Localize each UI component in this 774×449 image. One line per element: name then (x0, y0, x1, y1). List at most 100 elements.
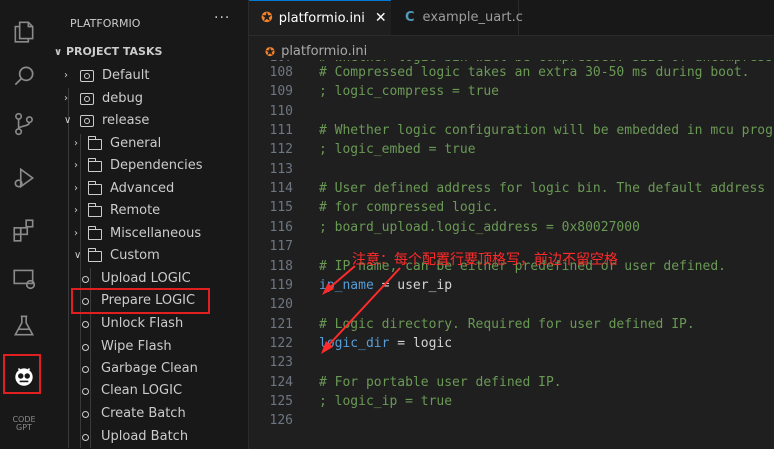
explorer-icon[interactable] (0, 12, 48, 52)
env-icon (80, 115, 94, 127)
chevron-right-icon: › (74, 160, 78, 171)
section-label: PROJECT TASKS (66, 45, 163, 58)
folder-remote[interactable]: › Remote (74, 201, 160, 221)
env-debug[interactable]: › debug (64, 89, 143, 109)
line-number: 113 (269, 161, 293, 177)
project-tasks-section[interactable]: ∨ PROJECT TASKS (54, 45, 162, 58)
config-value: = user_ip (373, 277, 453, 293)
code-line: ip_name = user_ip (319, 278, 452, 293)
task-upload-batch[interactable]: Upload Batch (82, 427, 188, 447)
editor-tabs: ✪ platformio.ini ✕ C example_uart.c (249, 0, 774, 36)
line-number: 122 (269, 335, 293, 351)
task-icon (82, 387, 89, 395)
task-create-batch[interactable]: Create Batch (82, 404, 186, 424)
folder-dependencies[interactable]: › Dependencies (74, 156, 203, 176)
folder-label: General (110, 136, 162, 151)
chevron-right-icon: › (74, 228, 78, 239)
env-icon (80, 70, 94, 82)
chevron-right-icon: › (74, 138, 78, 149)
close-icon[interactable]: ✕ (375, 10, 387, 26)
task-label: Upload LOGIC (101, 271, 191, 286)
task-wipe-flash[interactable]: Wipe Flash (82, 337, 172, 357)
folder-icon (87, 157, 102, 172)
task-label: Clean LOGIC (101, 383, 183, 398)
line-number: 124 (269, 374, 293, 390)
line-number: 121 (269, 316, 293, 332)
line-number: 111 (269, 123, 293, 139)
folder-label: Miscellaneous (110, 226, 202, 241)
tab-label: platformio.ini (278, 10, 365, 26)
line-number: 115 (269, 200, 293, 216)
task-garbage-clean[interactable]: Garbage Clean (82, 359, 198, 379)
codegpt-icon[interactable]: CODE GPT (0, 404, 48, 444)
env-label: Default (102, 68, 150, 83)
platformio-icon-highlight (3, 354, 41, 394)
env-label: debug (102, 91, 143, 106)
task-clean-logic[interactable]: Clean LOGIC (82, 381, 182, 401)
code-line: # For portable user defined IP. (319, 374, 562, 390)
code-line: ; board_upload.logic_address = 0x8002700… (319, 219, 640, 235)
task-label: Upload Batch (101, 429, 189, 444)
run-debug-icon[interactable] (0, 158, 48, 198)
line-number: 114 (269, 181, 293, 197)
code-line: # Logic directory. Required for user def… (319, 316, 695, 332)
env-release[interactable]: ∨ release (64, 111, 149, 131)
chevron-down-icon: ∨ (74, 250, 82, 261)
chevron-right-icon: › (64, 70, 68, 81)
task-icon (82, 343, 89, 351)
tab-example-uart-c[interactable]: C example_uart.c (391, 0, 523, 35)
folder-custom[interactable]: ∨ Custom (74, 246, 160, 266)
sidebar-title: PLATFORMIO (70, 17, 141, 30)
extensions-icon[interactable] (0, 210, 48, 250)
sidebar: PLATFORMIO ··· ∨ PROJECT TASKS › Default ›… (48, 0, 249, 449)
env-default[interactable]: › Default (64, 66, 150, 86)
chevron-right-icon: › (64, 93, 68, 104)
breadcrumb[interactable]: ✪ platformio.ini (265, 44, 367, 59)
line-number: 108 (269, 65, 293, 80)
config-value: = logic (389, 335, 453, 351)
search-icon[interactable] (0, 56, 48, 96)
line-number: 107 (249, 60, 293, 65)
folder-icon (87, 180, 102, 195)
folder-icon (87, 247, 102, 262)
task-upload-logic[interactable]: Upload LOGIC (82, 269, 191, 289)
line-number: 109 (269, 84, 293, 100)
folder-general[interactable]: › General (74, 134, 161, 154)
task-icon (82, 320, 89, 328)
code-line: # for compressed logic. (319, 200, 500, 216)
folder-label: Custom (110, 248, 160, 263)
source-control-icon[interactable] (0, 104, 48, 144)
folder-advanced[interactable]: › Advanced (74, 179, 174, 199)
breadcrumb-label: platformio.ini (281, 44, 368, 59)
line-number: 125 (269, 393, 293, 409)
folder-miscellaneous[interactable]: › Miscellaneous (74, 224, 201, 244)
chevron-right-icon: › (74, 183, 78, 194)
task-icon (82, 433, 89, 441)
line-number: 123 (269, 355, 293, 371)
line-number: 116 (269, 219, 293, 235)
annotation-text: 注意：每个配置行要顶格写，前边不留空格 (352, 252, 618, 268)
remote-explorer-icon[interactable] (0, 258, 48, 298)
testing-icon[interactable] (0, 306, 48, 346)
codegpt-label-bottom: GPT (16, 423, 32, 432)
task-icon (82, 410, 89, 418)
platformio-file-icon: ✪ (265, 44, 276, 59)
folder-icon (87, 202, 102, 217)
task-icon (82, 365, 89, 373)
task-label: Garbage Clean (101, 361, 198, 376)
folder-icon (87, 135, 102, 150)
folder-label: Dependencies (110, 158, 203, 173)
tab-label: example_uart.c (422, 10, 523, 25)
task-label: Wipe Flash (101, 339, 172, 354)
line-number: 118 (269, 258, 293, 274)
line-number: 110 (269, 103, 293, 119)
config-key: ip_name (319, 277, 374, 293)
code-line: # Whether logic configuration will be em… (319, 123, 773, 139)
tab-platformio-ini[interactable]: ✪ platformio.ini ✕ (249, 0, 391, 35)
task-label: Unlock Flash (101, 316, 184, 331)
line-number: 119 (269, 277, 293, 293)
task-unlock-flash[interactable]: Unlock Flash (82, 314, 183, 334)
code-line: ; logic_ip = true (319, 393, 453, 409)
more-actions-button[interactable]: ··· (214, 10, 230, 26)
code-line: # User defined address for logic bin. Th… (319, 181, 766, 197)
